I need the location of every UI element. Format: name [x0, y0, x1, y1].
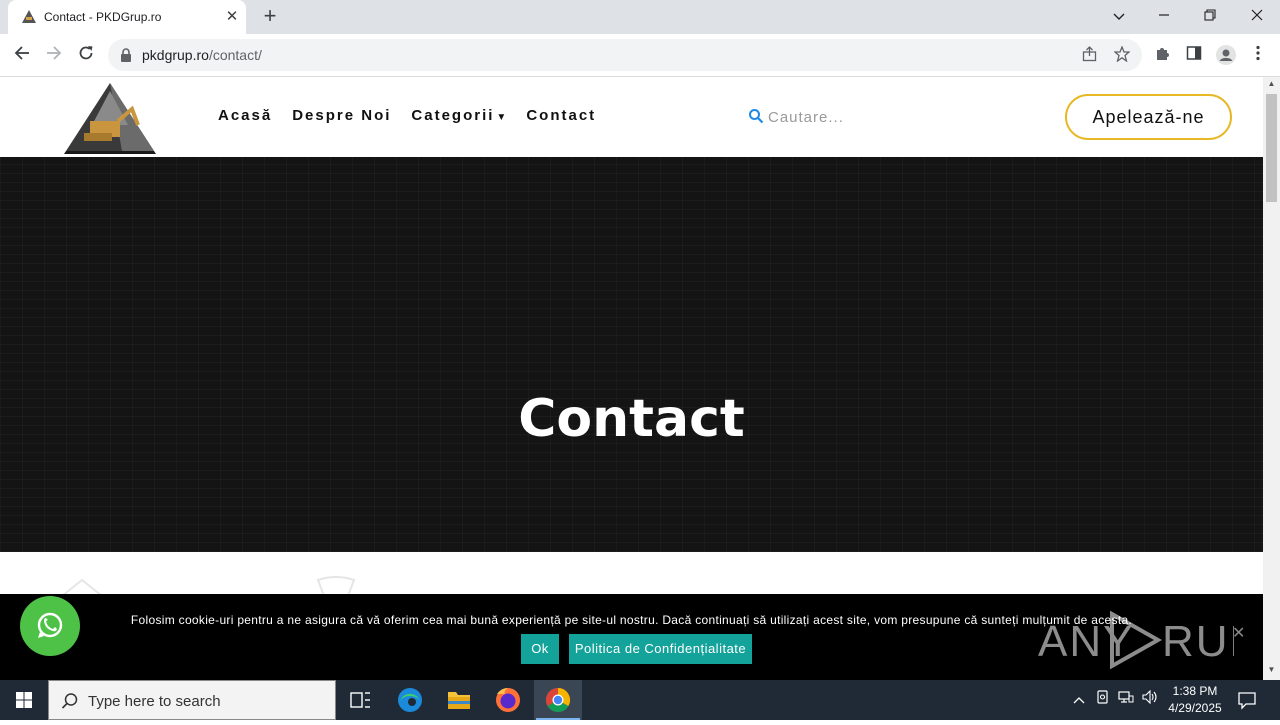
windows-taskbar: Type here to search 1:38 PM 4/29/2025: [0, 680, 1280, 720]
privacy-policy-button[interactable]: Politica de Confidențialitate: [569, 634, 752, 664]
share-icon[interactable]: [1081, 46, 1099, 64]
search-icon: [61, 693, 78, 709]
tab-close-icon[interactable]: ✕: [224, 9, 240, 25]
network-icon[interactable]: [1117, 690, 1135, 710]
clock-date: 4/29/2025: [1168, 701, 1222, 715]
browser-tab[interactable]: Contact - PKDGrup.ro ✕: [8, 0, 246, 34]
browser-toolbar: pkdgrup.ro/contact/: [0, 34, 1280, 77]
chevron-down-icon: ▼: [496, 112, 507, 123]
svg-text:ANY: ANY: [1038, 617, 1134, 666]
edge-icon: [398, 688, 422, 712]
cookie-ok-button[interactable]: Ok: [521, 634, 559, 664]
forward-arrow-icon[interactable]: [43, 44, 65, 66]
tab-search-chevron-icon[interactable]: [1107, 5, 1131, 27]
clock-time: 1:38 PM: [1172, 684, 1218, 698]
windows-logo-icon: [16, 692, 32, 708]
reload-icon[interactable]: [75, 44, 97, 66]
taskbar-search-box[interactable]: Type here to search: [48, 680, 336, 720]
volume-icon[interactable]: [1141, 689, 1159, 710]
anyrun-watermark-logo: ANY RUN: [1038, 610, 1234, 670]
address-bar[interactable]: pkdgrup.ro/contact/: [108, 39, 1142, 71]
site-header: Acasă Despre Noi Categorii▼ Contact Apel…: [0, 77, 1263, 157]
whatsapp-icon: [37, 612, 63, 638]
tab-title: Contact - PKDGrup.ro: [44, 10, 162, 24]
taskbar-edge[interactable]: [386, 680, 434, 720]
bookmark-star-icon[interactable]: [1113, 45, 1131, 64]
nav-item-acasa[interactable]: Acasă: [218, 107, 272, 124]
task-view-button[interactable]: [336, 680, 384, 720]
back-arrow-icon[interactable]: [11, 44, 33, 66]
minimize-icon[interactable]: [1152, 5, 1176, 27]
scroll-thumb[interactable]: [1266, 94, 1277, 202]
show-hidden-icons-chevron-icon[interactable]: [1070, 690, 1088, 710]
chrome-icon: [545, 688, 571, 713]
profile-avatar-icon[interactable]: [1216, 45, 1236, 65]
svg-text:RUN: RUN: [1162, 617, 1234, 666]
phone-icon: [316, 576, 356, 596]
task-view-icon: [350, 692, 370, 708]
scroll-up-arrow-icon[interactable]: ▲: [1263, 79, 1280, 91]
taskbar-search-placeholder: Type here to search: [88, 693, 221, 710]
nav-item-categorii[interactable]: Categorii ▼: [411, 107, 506, 124]
notification-icon: [1238, 692, 1256, 710]
nav-item-contact[interactable]: Contact: [526, 107, 596, 124]
nav-item-despre-noi[interactable]: Despre Noi: [292, 107, 391, 124]
url-text: pkdgrup.ro/contact/: [142, 47, 262, 63]
taskbar-file-explorer[interactable]: [435, 680, 483, 720]
tab-strip: Contact - PKDGrup.ro ✕ +: [0, 0, 1280, 34]
site-search: [748, 106, 988, 128]
search-icon: [749, 109, 764, 124]
start-button[interactable]: [0, 680, 48, 720]
taskbar-clock[interactable]: 1:38 PM 4/29/2025: [1160, 683, 1230, 717]
chrome-menu-icon[interactable]: [1248, 45, 1268, 65]
extensions-puzzle-icon[interactable]: [1152, 45, 1172, 65]
call-us-button[interactable]: Apelează-ne: [1065, 94, 1232, 140]
taskbar-firefox[interactable]: [484, 680, 532, 720]
meet-now-icon[interactable]: [1094, 690, 1112, 710]
envelope-icon: [61, 578, 103, 596]
main-nav: Acasă Despre Noi Categorii ▼ Contact: [218, 107, 616, 124]
whatsapp-button[interactable]: [20, 596, 80, 656]
search-input[interactable]: [768, 106, 978, 128]
lock-icon: [121, 48, 131, 62]
close-window-icon[interactable]: [1245, 5, 1269, 27]
company-logo[interactable]: [62, 81, 158, 155]
folder-icon: [448, 692, 470, 709]
taskbar-chrome[interactable]: [534, 680, 582, 720]
hero-banner: Contact: [0, 157, 1263, 552]
firefox-icon: [496, 688, 520, 712]
new-tab-button[interactable]: +: [260, 5, 280, 27]
scroll-down-arrow-icon[interactable]: ▼: [1263, 665, 1280, 677]
notifications-button[interactable]: [1237, 690, 1257, 710]
cookie-close-icon[interactable]: ✕: [1232, 626, 1246, 642]
side-panel-icon[interactable]: [1184, 45, 1204, 65]
cookie-banner: Folosim cookie-uri pentru a ne asigura c…: [0, 594, 1263, 680]
site-favicon-icon: [22, 10, 36, 23]
restore-icon[interactable]: [1198, 5, 1222, 27]
page-title: Contact: [518, 389, 745, 449]
page-viewport: Acasă Despre Noi Categorii▼ Contact Apel…: [0, 77, 1263, 680]
page-scrollbar[interactable]: ▲ ▼: [1263, 77, 1280, 680]
